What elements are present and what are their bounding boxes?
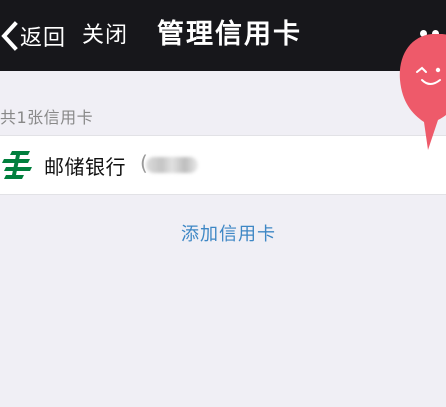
back-button[interactable]: 返回	[0, 16, 66, 56]
nav-bar: 返回 关闭 管理信用卡	[0, 0, 446, 71]
floating-assistant-icon[interactable]	[398, 33, 446, 154]
add-credit-card-link[interactable]: 添加信用卡	[181, 220, 276, 246]
screen: 返回 关闭 管理信用卡 共1张信用卡 邮储银行 (添加信用卡	[0, 0, 446, 407]
close-button[interactable]: 关闭	[82, 16, 128, 56]
blurred-card-number	[146, 157, 198, 173]
card-number-masked: (	[140, 151, 198, 176]
credit-card-row[interactable]: 邮储银行 (	[0, 135, 446, 195]
page-title: 管理信用卡	[157, 19, 302, 50]
back-label: 返回	[20, 26, 67, 51]
card-count-label: 共1张信用卡	[0, 108, 94, 127]
chevron-left-icon	[0, 21, 18, 51]
bank-name: 邮储银行	[44, 155, 126, 179]
psbc-logo-icon	[2, 148, 32, 182]
